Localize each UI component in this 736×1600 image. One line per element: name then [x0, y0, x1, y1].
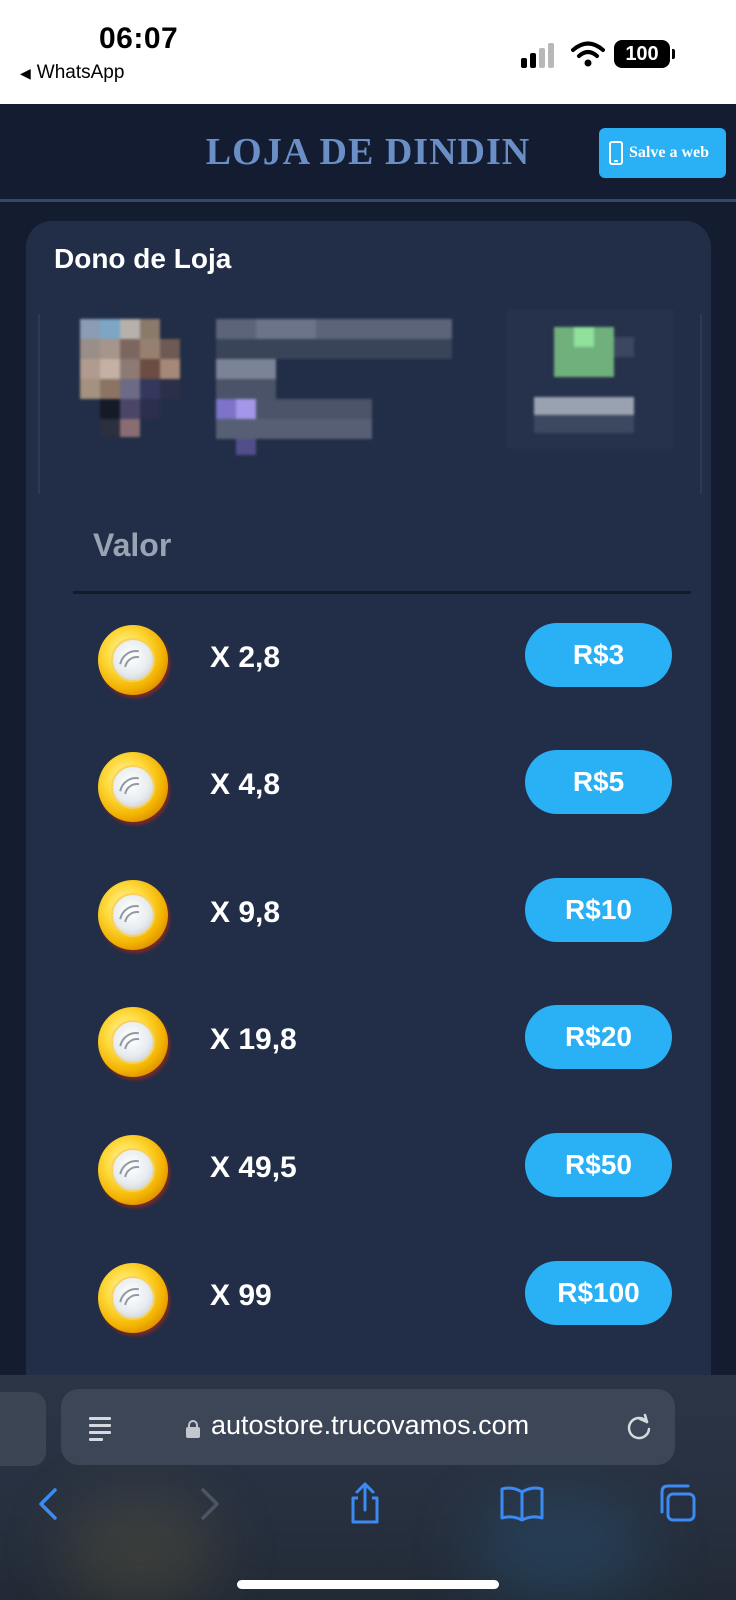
wifi-icon: [571, 41, 605, 67]
previous-tab-preview[interactable]: [0, 1392, 46, 1466]
lock-icon: [186, 1420, 200, 1438]
browser-bottom-bar: autostore.trucovamos.com: [0, 1375, 736, 1600]
share-icon[interactable]: [341, 1480, 389, 1528]
owner-avatar: [80, 319, 198, 437]
status-time: 06:07: [99, 22, 179, 55]
value-label: Valor: [93, 527, 172, 563]
back-app-label: WhatsApp: [36, 62, 125, 83]
save-web-label: Salve a web: [629, 144, 709, 161]
coin-icon: [98, 625, 168, 695]
offer-multiplier: X 49,5: [210, 1151, 297, 1184]
buy-button[interactable]: R$50: [525, 1133, 672, 1197]
save-web-button[interactable]: Salve a web: [599, 128, 726, 178]
signal-icon: [521, 42, 559, 68]
owner-info-redacted: [216, 319, 456, 459]
offer-row: X 49,5 R$50: [26, 1121, 711, 1221]
tabs-icon[interactable]: [656, 1480, 704, 1528]
url-text: autostore.trucovamos.com: [211, 1410, 530, 1440]
coin-icon: [98, 880, 168, 950]
shop-card: Dono de Loja Valor X 2,8 R$3 X 4,8 R$5 X…: [26, 221, 711, 1381]
app-header: LOJA DE DINDIN Salve a web: [0, 104, 736, 202]
buy-button[interactable]: R$20: [525, 1005, 672, 1069]
offer-row: X 9,8 R$10: [26, 866, 711, 966]
panel-edge-right: [700, 314, 702, 494]
buy-button[interactable]: R$5: [525, 750, 672, 814]
offer-multiplier: X 2,8: [210, 641, 281, 674]
coin-icon: [98, 1263, 168, 1333]
status-bar: 06:07 ◀ WhatsApp 100: [0, 0, 736, 104]
address-bar[interactable]: autostore.trucovamos.com: [61, 1389, 675, 1465]
back-triangle-icon: ◀: [20, 64, 31, 81]
offer-multiplier: X 99: [210, 1279, 272, 1312]
home-indicator: [237, 1580, 499, 1589]
bookmarks-icon[interactable]: [498, 1480, 546, 1528]
store-owner-panel: [38, 309, 702, 494]
buy-button[interactable]: R$10: [525, 878, 672, 942]
offer-multiplier: X 9,8: [210, 896, 281, 929]
buy-button[interactable]: R$3: [525, 623, 672, 687]
reload-icon[interactable]: [625, 1413, 653, 1441]
back-to-app-link[interactable]: ◀ WhatsApp: [20, 62, 124, 84]
coin-icon: [98, 1135, 168, 1205]
owner-badge: [506, 309, 674, 449]
offer-row: X 19,8 R$20: [26, 993, 711, 1093]
back-icon[interactable]: [25, 1480, 73, 1528]
offer-row: X 99 R$100: [26, 1249, 711, 1349]
phone-icon: [609, 141, 623, 165]
buy-button[interactable]: R$100: [525, 1261, 672, 1325]
card-title: Dono de Loja: [54, 243, 232, 274]
divider: [73, 591, 691, 594]
panel-edge-left: [38, 314, 40, 494]
coin-icon: [98, 1007, 168, 1077]
offer-row: X 4,8 R$5: [26, 738, 711, 838]
offer-multiplier: X 4,8: [210, 768, 281, 801]
battery-icon: 100: [614, 40, 675, 68]
reader-mode-icon[interactable]: [89, 1415, 115, 1441]
offer-row: X 2,8 R$3: [26, 611, 711, 711]
coin-icon: [98, 752, 168, 822]
offer-multiplier: X 19,8: [210, 1023, 297, 1056]
forward-icon[interactable]: [185, 1480, 233, 1528]
